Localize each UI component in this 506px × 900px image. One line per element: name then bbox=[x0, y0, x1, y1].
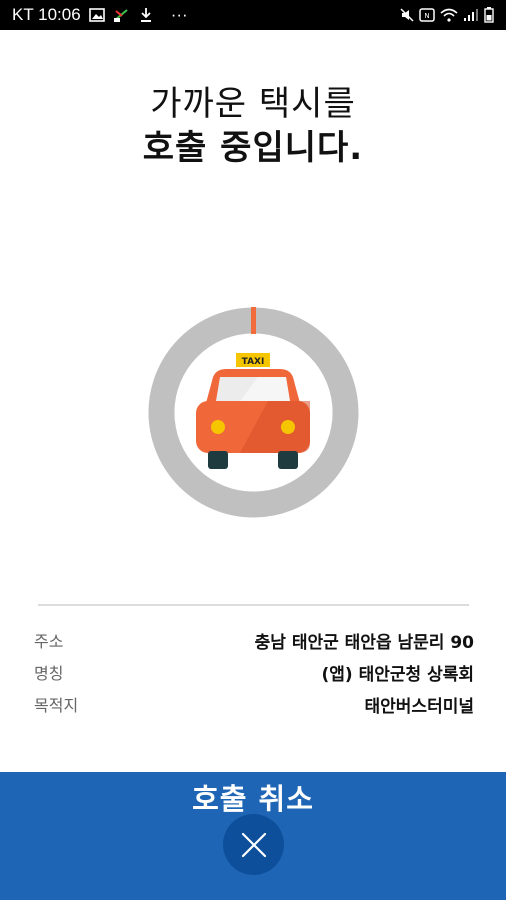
status-bar: KT 10:06 ··· N bbox=[0, 0, 506, 30]
info-row-destination: 목적지 태안버스터미널 bbox=[34, 688, 474, 720]
close-icon bbox=[241, 832, 266, 857]
progress-ring-marker bbox=[251, 307, 256, 334]
headline-line-1: 가까운 택시를 bbox=[150, 84, 356, 124]
svg-text:N: N bbox=[424, 12, 429, 20]
destination-label: 목적지 bbox=[34, 696, 79, 715]
more-notifications: ··· bbox=[170, 5, 188, 24]
download-icon bbox=[139, 7, 153, 23]
address-value: 충남 태안군 태안읍 남문리 90 bbox=[254, 632, 474, 653]
carrier-time: KT 10:06 bbox=[12, 5, 81, 24]
missed-call-icon bbox=[113, 7, 131, 23]
call-info: 주소 충남 태안군 태안읍 남문리 90 명칭 (앱) 태안군청 상록회 목적지… bbox=[34, 624, 474, 720]
taxi-sign-label: TAXI bbox=[242, 357, 265, 367]
page-title: 가까운 택시를 호출 중입니다. bbox=[0, 82, 506, 170]
cancel-call-panel[interactable]: 호출 취소 bbox=[0, 772, 506, 900]
info-row-address: 주소 충남 태안군 태안읍 남문리 90 bbox=[34, 624, 474, 656]
name-value: (앱) 태안군청 상록회 bbox=[321, 664, 475, 685]
nfc-icon: N bbox=[419, 8, 435, 22]
info-row-name: 명칭 (앱) 태안군청 상록회 bbox=[34, 656, 474, 688]
wifi-icon bbox=[440, 8, 458, 22]
address-label: 주소 bbox=[34, 632, 64, 651]
signal-icon bbox=[463, 8, 479, 22]
battery-icon bbox=[484, 7, 494, 23]
image-icon bbox=[88, 8, 105, 22]
headline-line-2: 호출 중입니다. bbox=[142, 128, 364, 168]
taxi-calling-indicator: TAXI bbox=[148, 307, 359, 518]
cancel-call-button[interactable] bbox=[223, 814, 284, 875]
divider bbox=[38, 604, 469, 606]
name-label: 명칭 bbox=[34, 664, 64, 683]
destination-value: 태안버스터미널 bbox=[364, 696, 474, 717]
mute-icon bbox=[400, 8, 414, 22]
cancel-call-label: 호출 취소 bbox=[192, 782, 314, 816]
